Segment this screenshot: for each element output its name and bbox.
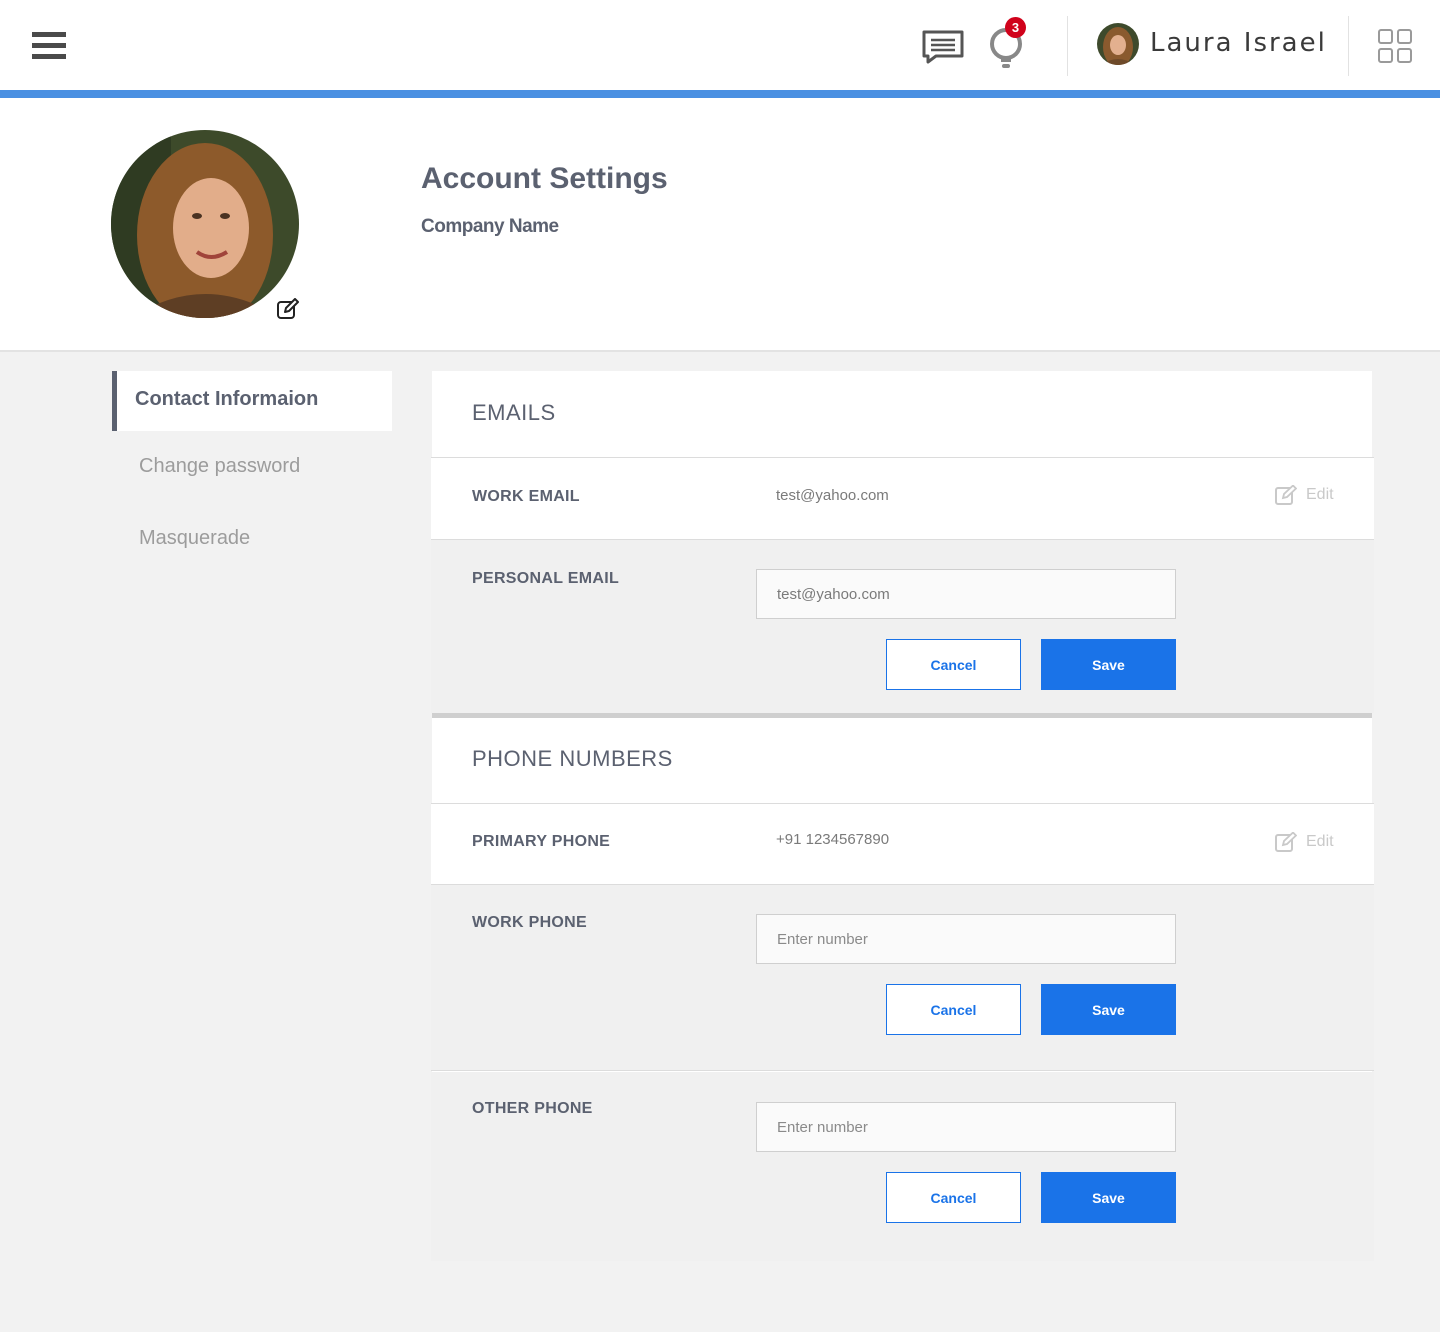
personal-email-input[interactable] [756, 569, 1176, 619]
apps-grid-icon[interactable] [1378, 29, 1412, 63]
header-accent-bar [0, 90, 1440, 98]
divider [1348, 16, 1349, 76]
divider [1067, 16, 1068, 76]
cancel-personal-email-button[interactable]: Cancel [886, 639, 1021, 690]
work-phone-row: WORK PHONE Cancel Save [431, 885, 1374, 1071]
personal-email-row: PERSONAL EMAIL Cancel Save [431, 540, 1374, 713]
personal-email-label: PERSONAL EMAIL [472, 570, 620, 587]
edit-work-email-button[interactable]: Edit [1275, 485, 1345, 507]
primary-phone-row: PRIMARY PHONE +91 1234567890 Edit [431, 803, 1374, 885]
save-personal-email-button[interactable]: Save [1041, 639, 1176, 690]
primary-phone-value: +91 1234567890 [776, 831, 890, 848]
work-email-row: WORK EMAIL test@yahoo.com Edit [431, 457, 1374, 540]
sidebar-item-label: Contact Informaion [135, 388, 319, 410]
hamburger-menu-icon[interactable] [32, 32, 66, 60]
page-title: Account Settings [421, 162, 668, 195]
contact-info-card: EMAILS WORK EMAIL test@yahoo.com Edit PE… [431, 371, 1374, 1261]
user-avatar[interactable] [1097, 23, 1139, 65]
cancel-other-phone-button[interactable]: Cancel [886, 1172, 1021, 1223]
other-phone-input[interactable] [756, 1102, 1176, 1152]
edit-icon [1275, 485, 1297, 505]
phones-section-title: PHONE NUMBERS [472, 746, 673, 771]
primary-phone-label: PRIMARY PHONE [472, 833, 611, 850]
edit-icon [1275, 832, 1297, 852]
profile-photo [111, 130, 299, 318]
section-divider [432, 713, 1372, 718]
sidebar-item-change-password[interactable]: Change password [139, 455, 300, 478]
top-bar: 3 Laura Israel [0, 0, 1440, 90]
company-name: Company Name [421, 216, 559, 237]
save-other-phone-button[interactable]: Save [1041, 1172, 1176, 1223]
work-email-value: test@yahoo.com [776, 487, 889, 504]
work-email-label: WORK EMAIL [472, 488, 580, 505]
edit-primary-phone-button[interactable]: Edit [1275, 832, 1345, 854]
edit-label: Edit [1306, 833, 1334, 850]
work-phone-input[interactable] [756, 914, 1176, 964]
other-phone-label: OTHER PHONE [472, 1100, 593, 1117]
chat-icon[interactable] [922, 30, 964, 64]
emails-section-title: EMAILS [472, 400, 556, 425]
cancel-work-phone-button[interactable]: Cancel [886, 984, 1021, 1035]
work-phone-label: WORK PHONE [472, 914, 587, 931]
notification-badge: 3 [1005, 17, 1026, 38]
save-work-phone-button[interactable]: Save [1041, 984, 1176, 1035]
edit-label: Edit [1306, 486, 1334, 503]
other-phone-row: OTHER PHONE Cancel Save [431, 1072, 1374, 1261]
sidebar-item-masquerade[interactable]: Masquerade [139, 527, 250, 550]
sidebar-item-contact-information[interactable]: Contact Informaion [112, 371, 392, 431]
edit-photo-icon[interactable] [276, 298, 300, 320]
profile-header: Account Settings Company Name [0, 98, 1440, 352]
user-name[interactable]: Laura Israel [1150, 28, 1327, 58]
